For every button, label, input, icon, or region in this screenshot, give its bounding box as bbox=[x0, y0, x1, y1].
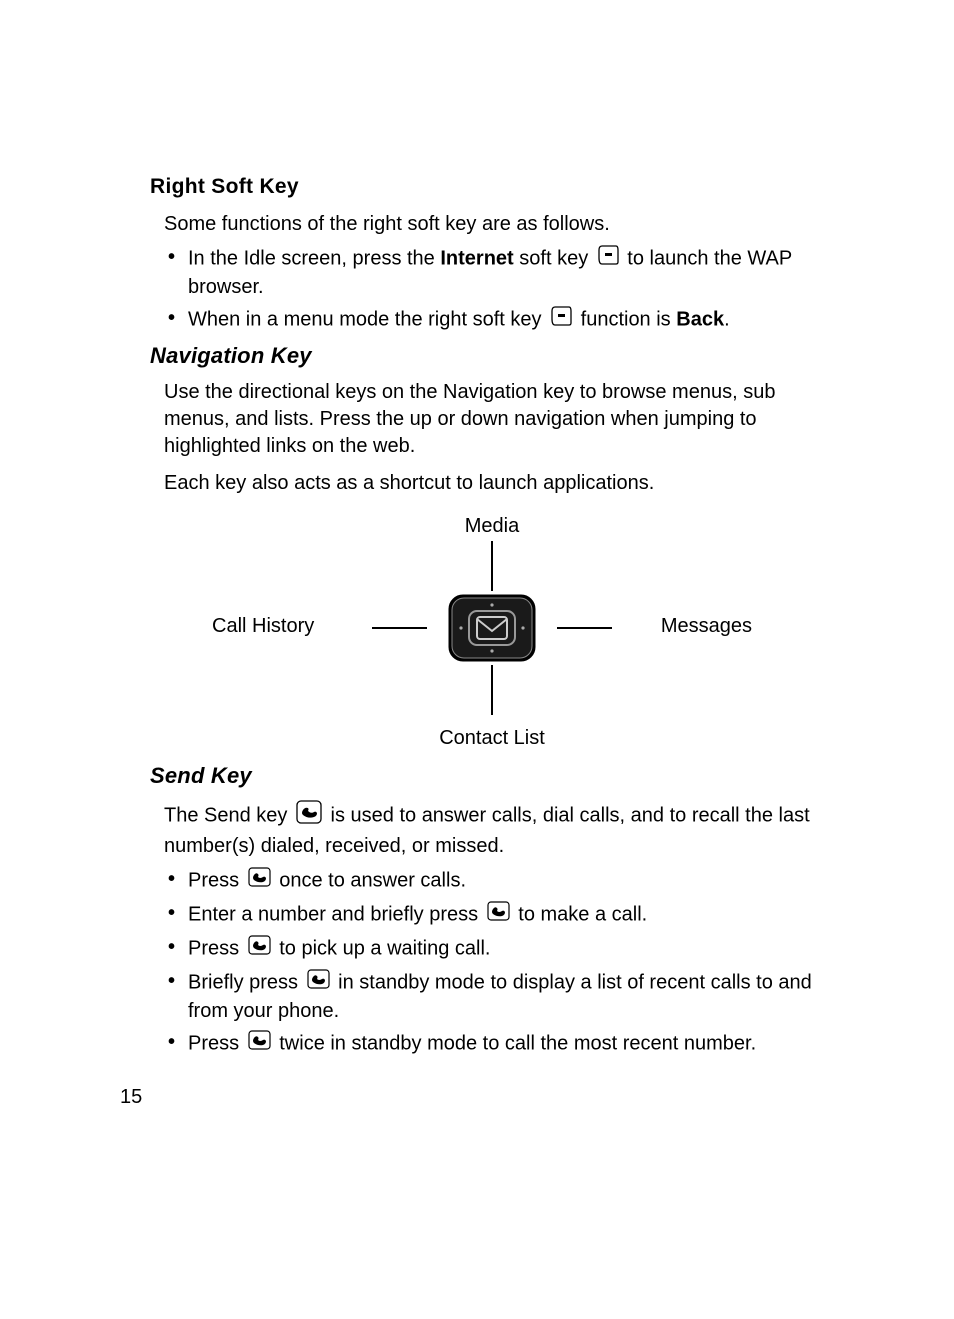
navigation-key-para-2: Each key also acts as a shortcut to laun… bbox=[164, 470, 834, 497]
diagram-line bbox=[372, 627, 427, 629]
send-key-bullet-2: Enter a number and briefly press to make… bbox=[164, 900, 834, 930]
right-soft-key-bullet-2: When in a menu mode the right soft key f… bbox=[164, 305, 834, 335]
nav-label-bottom: Contact List bbox=[439, 727, 545, 750]
navigation-pad-icon bbox=[447, 593, 537, 663]
send-key-icon bbox=[486, 900, 511, 930]
text-fragment: soft key bbox=[514, 247, 594, 269]
navigation-key-heading: Navigation Key bbox=[150, 343, 834, 369]
text-fragment: Briefly press bbox=[188, 971, 304, 993]
nav-label-top: Media bbox=[465, 515, 519, 538]
page-number: 15 bbox=[120, 1086, 142, 1109]
send-key-bullet-1: Press once to answer calls. bbox=[164, 866, 834, 896]
send-key-icon bbox=[247, 934, 272, 964]
nav-label-left: Call History bbox=[212, 615, 314, 638]
navigation-key-diagram: Media Call History Messages Contact List bbox=[192, 515, 792, 745]
send-key-icon bbox=[306, 968, 331, 998]
diagram-line bbox=[557, 627, 612, 629]
text-fragment: . bbox=[724, 308, 730, 330]
send-key-bullet-4: Briefly press in standby mode to display… bbox=[164, 968, 834, 1025]
send-key-icon bbox=[247, 1029, 272, 1059]
bold-text: Back bbox=[676, 308, 724, 330]
right-soft-key-list: In the Idle screen, press the Internet s… bbox=[164, 244, 834, 335]
send-key-icon bbox=[295, 799, 323, 833]
text-fragment: Press bbox=[188, 869, 245, 891]
send-key-icon bbox=[247, 866, 272, 896]
send-key-bullet-3: Press to pick up a waiting call. bbox=[164, 934, 834, 964]
nav-label-right: Messages bbox=[661, 615, 752, 638]
navigation-key-para-1: Use the directional keys on the Navigati… bbox=[164, 379, 834, 460]
right-soft-key-heading: Right Soft Key bbox=[150, 175, 834, 199]
send-key-bullet-5: Press twice in standby mode to call the … bbox=[164, 1029, 834, 1059]
send-key-heading: Send Key bbox=[150, 763, 834, 789]
diagram-line bbox=[491, 665, 493, 715]
text-fragment: function is bbox=[575, 308, 676, 330]
right-soft-key-intro: Some functions of the right soft key are… bbox=[164, 211, 834, 238]
right-soft-key-bullet-1: In the Idle screen, press the Internet s… bbox=[164, 244, 834, 301]
text-fragment: In the Idle screen, press the bbox=[188, 247, 440, 269]
text-fragment: When in a menu mode the right soft key bbox=[188, 308, 547, 330]
page-content: Right Soft Key Some functions of the rig… bbox=[0, 0, 954, 1059]
right-softkey-icon bbox=[549, 305, 573, 335]
text-fragment: Press bbox=[188, 1032, 245, 1054]
text-fragment: once to answer calls. bbox=[274, 869, 466, 891]
text-fragment: The Send key bbox=[164, 804, 293, 826]
send-key-intro: The Send key is used to answer calls, di… bbox=[164, 799, 834, 860]
text-fragment: to make a call. bbox=[513, 903, 648, 925]
diagram-line bbox=[491, 541, 493, 591]
right-softkey-icon bbox=[596, 244, 620, 274]
text-fragment: twice in standby mode to call the most r… bbox=[274, 1032, 756, 1054]
text-fragment: Press bbox=[188, 937, 245, 959]
text-fragment: to pick up a waiting call. bbox=[274, 937, 491, 959]
text-fragment: Enter a number and briefly press bbox=[188, 903, 484, 925]
bold-text: Internet bbox=[440, 247, 513, 269]
send-key-list: Press once to answer calls. Enter a numb… bbox=[164, 866, 834, 1059]
